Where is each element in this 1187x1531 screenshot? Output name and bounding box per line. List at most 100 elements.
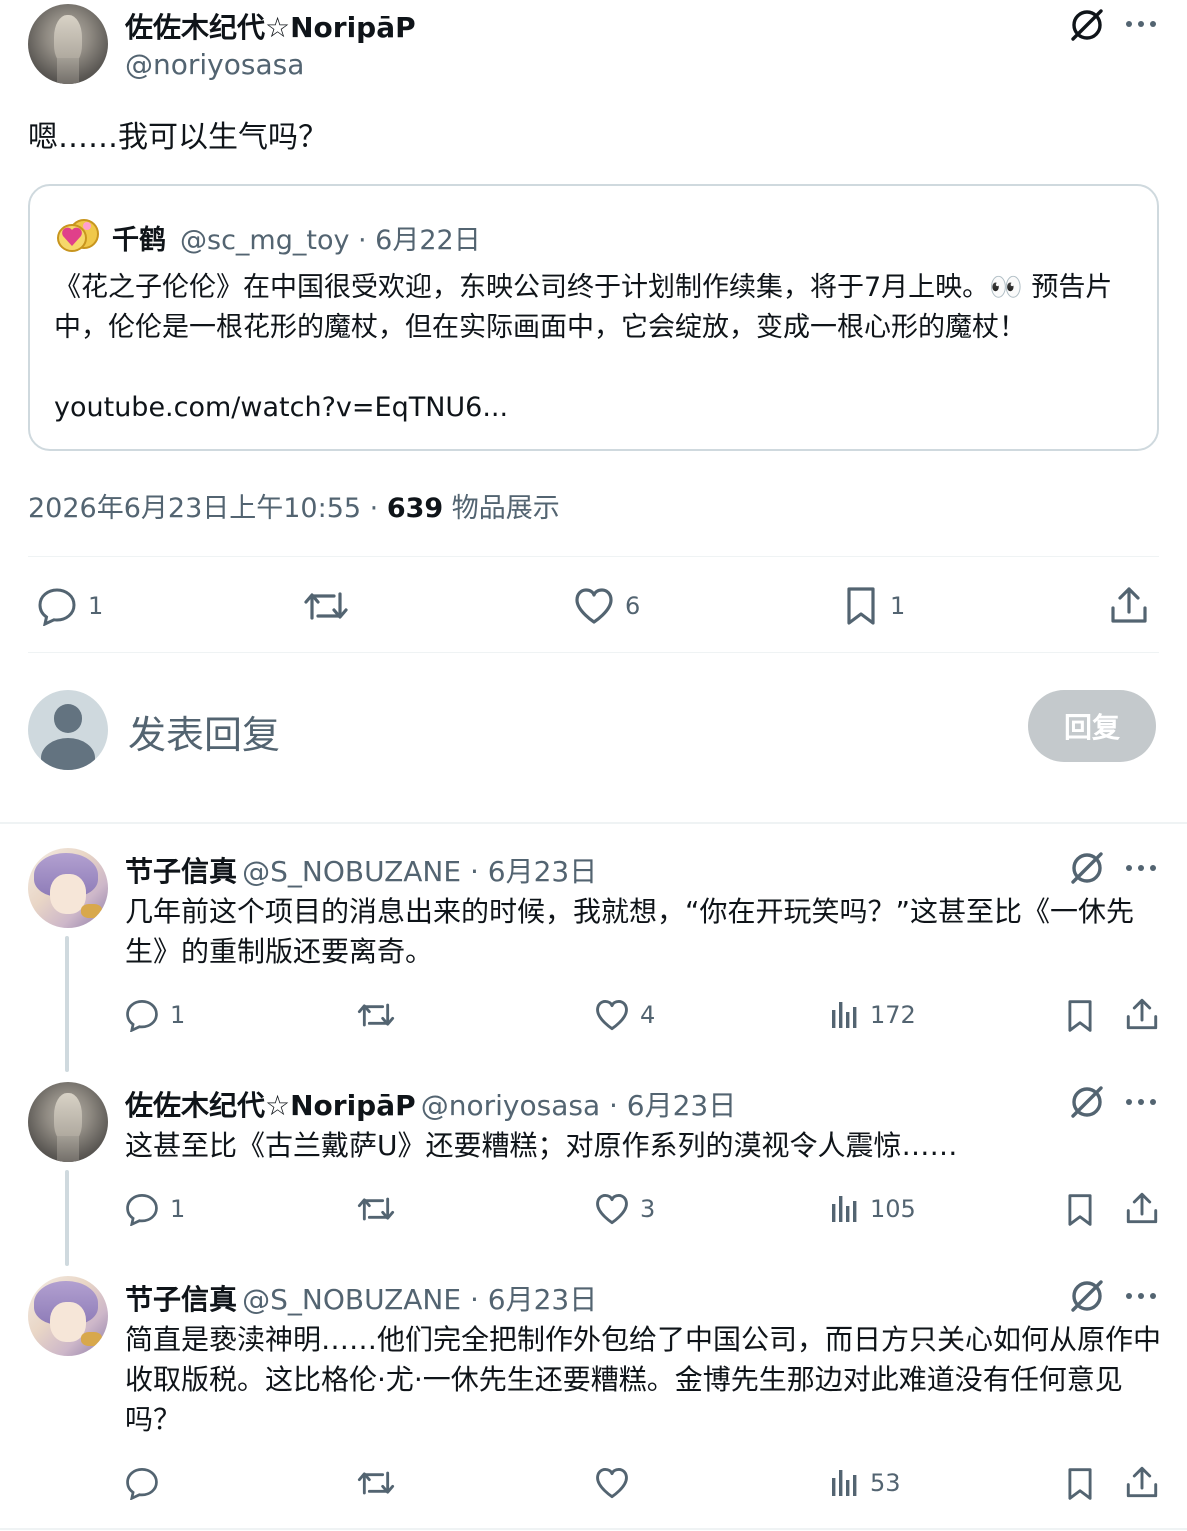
reply-input[interactable]: 发表回复	[128, 704, 280, 759]
like-count: 3	[640, 1195, 656, 1223]
views-button[interactable]: 53	[830, 1466, 901, 1500]
share-icon	[1108, 584, 1150, 626]
repost-icon	[356, 1466, 396, 1500]
share-button[interactable]	[1124, 1464, 1160, 1500]
reply-icon	[124, 1466, 160, 1500]
views-count: 53	[870, 1469, 901, 1497]
reply-count: 1	[170, 1195, 186, 1223]
bookmark-icon	[1064, 1192, 1096, 1228]
section-divider	[0, 1528, 1187, 1530]
reply-author-avatar[interactable]	[28, 848, 108, 928]
thread-line	[65, 1170, 69, 1266]
reply-header: 佐佐木纪代☆NoripāP @noriyosasa · 6月23日	[125, 1084, 736, 1124]
post-timestamp[interactable]: 2026年6月23日上午10:55 ·	[28, 493, 378, 524]
bookmark-button[interactable]	[1064, 1466, 1096, 1502]
like-count: 4	[640, 1001, 656, 1029]
repost-icon	[356, 1192, 396, 1226]
reply-submit-button[interactable]: 回复	[1028, 690, 1156, 762]
reply-button[interactable]: 1	[124, 998, 185, 1032]
like-count: 6	[625, 592, 641, 620]
author-handle[interactable]: @noriyosasa	[125, 48, 304, 81]
bookmark-icon	[1064, 998, 1096, 1034]
heart-icon	[594, 998, 630, 1032]
reply-meta[interactable]: @noriyosasa · 6月23日	[421, 1089, 737, 1122]
analytics-icon	[830, 1192, 860, 1226]
reply-author-name[interactable]: 佐佐木纪代☆NoripāP	[125, 1089, 416, 1122]
reply-button[interactable]: 1	[36, 586, 103, 626]
author-name[interactable]: 佐佐木纪代☆NoripāP	[125, 6, 416, 46]
views-button[interactable]: 105	[830, 1192, 916, 1226]
quote-author-name: 千鹤	[112, 225, 166, 256]
more-options-icon[interactable]	[1124, 12, 1158, 36]
quote-text: 《花之子伦伦》在中国很受欢迎，东映公司终于计划制作续集，将于7月上映。👀 预告片…	[54, 272, 1113, 343]
reply-button[interactable]: 1	[124, 1192, 185, 1226]
post-text: 嗯……我可以生气吗？	[28, 120, 328, 155]
reply-author-avatar[interactable]	[28, 1276, 108, 1356]
like-button[interactable]: 6	[573, 586, 640, 626]
grok-icon[interactable]	[1068, 1083, 1106, 1121]
current-user-avatar[interactable]	[28, 690, 108, 770]
bookmark-icon	[1064, 1466, 1096, 1502]
heart-icon	[573, 586, 615, 626]
bookmark-button[interactable]: 1	[842, 586, 905, 626]
repost-icon	[356, 998, 396, 1032]
repost-button[interactable]	[302, 586, 350, 626]
views-label: 物品展示	[451, 493, 560, 524]
reply-text: 简直是亵渎神明……他们完全把制作外包给了中国公司，而日方只关心如何从原作中收取版…	[125, 1323, 1162, 1436]
bookmark-button[interactable]	[1064, 1192, 1096, 1228]
bookmark-icon	[842, 586, 880, 626]
reply-author-avatar[interactable]	[28, 1082, 108, 1162]
share-button[interactable]	[1124, 1190, 1160, 1226]
reply-button[interactable]	[124, 1466, 170, 1500]
author-avatar[interactable]	[28, 4, 108, 84]
repost-button[interactable]	[356, 998, 396, 1032]
share-icon	[1124, 1190, 1160, 1226]
reply-meta[interactable]: @S_NOBUZANE · 6月23日	[242, 1283, 597, 1316]
more-options-icon[interactable]	[1124, 856, 1158, 880]
reply-author-name[interactable]: 节子信真	[125, 1283, 237, 1316]
reply-count: 1	[88, 592, 104, 620]
share-button[interactable]	[1124, 996, 1160, 1032]
analytics-icon	[830, 1466, 860, 1500]
divider	[28, 652, 1159, 653]
heart-icon	[594, 1466, 630, 1500]
grok-icon[interactable]	[1068, 849, 1106, 887]
heart-icon	[594, 1192, 630, 1226]
repost-button[interactable]	[356, 1466, 396, 1500]
reply-meta[interactable]: @S_NOBUZANE · 6月23日	[242, 855, 597, 888]
reply-text: 这甚至比《古兰戴萨U》还要糟糕；对原作系列的漠视令人震惊……	[125, 1129, 958, 1162]
grok-icon[interactable]	[1068, 6, 1106, 44]
post-timestamp-row: 2026年6月23日上午10:55 · 639 物品展示	[28, 486, 560, 525]
views-count: 172	[870, 1001, 916, 1029]
more-options-icon[interactable]	[1124, 1284, 1158, 1308]
divider	[28, 556, 1159, 557]
quote-author-avatar	[54, 208, 102, 256]
reply-icon	[36, 586, 78, 626]
bookmark-count: 1	[890, 592, 906, 620]
bookmark-button[interactable]	[1064, 998, 1096, 1034]
reply-icon	[124, 998, 160, 1032]
views-button[interactable]: 172	[830, 998, 916, 1032]
more-options-icon[interactable]	[1124, 1090, 1158, 1114]
share-button[interactable]	[1108, 584, 1150, 626]
quoted-post[interactable]: 千鹤 @sc_mg_toy · 6月22日 《花之子伦伦》在中国很受欢迎，东映公…	[28, 184, 1159, 451]
reply-header: 节子信真 @S_NOBUZANE · 6月23日	[125, 1278, 597, 1318]
repost-icon	[302, 586, 350, 626]
views-count: 105	[870, 1195, 916, 1223]
reply-icon	[124, 1192, 160, 1226]
share-icon	[1124, 1464, 1160, 1500]
repost-button[interactable]	[356, 1192, 396, 1226]
like-button[interactable]	[594, 1466, 640, 1500]
quote-meta: @sc_mg_toy · 6月22日	[180, 225, 481, 256]
grok-icon[interactable]	[1068, 1277, 1106, 1315]
like-button[interactable]: 3	[594, 1192, 655, 1226]
like-button[interactable]: 4	[594, 998, 655, 1032]
reply-author-name[interactable]: 节子信真	[125, 855, 237, 888]
section-divider	[0, 822, 1187, 824]
reply-text: 几年前这个项目的消息出来的时候，我就想，“你在开玩笑吗？”这甚至比《一休先生》的…	[125, 895, 1135, 968]
reply-count: 1	[170, 1001, 186, 1029]
analytics-icon	[830, 998, 860, 1032]
quote-link[interactable]: youtube.com/watch?v=EqTNU6...	[54, 388, 508, 428]
views-count: 639	[386, 493, 444, 524]
share-icon	[1124, 996, 1160, 1032]
